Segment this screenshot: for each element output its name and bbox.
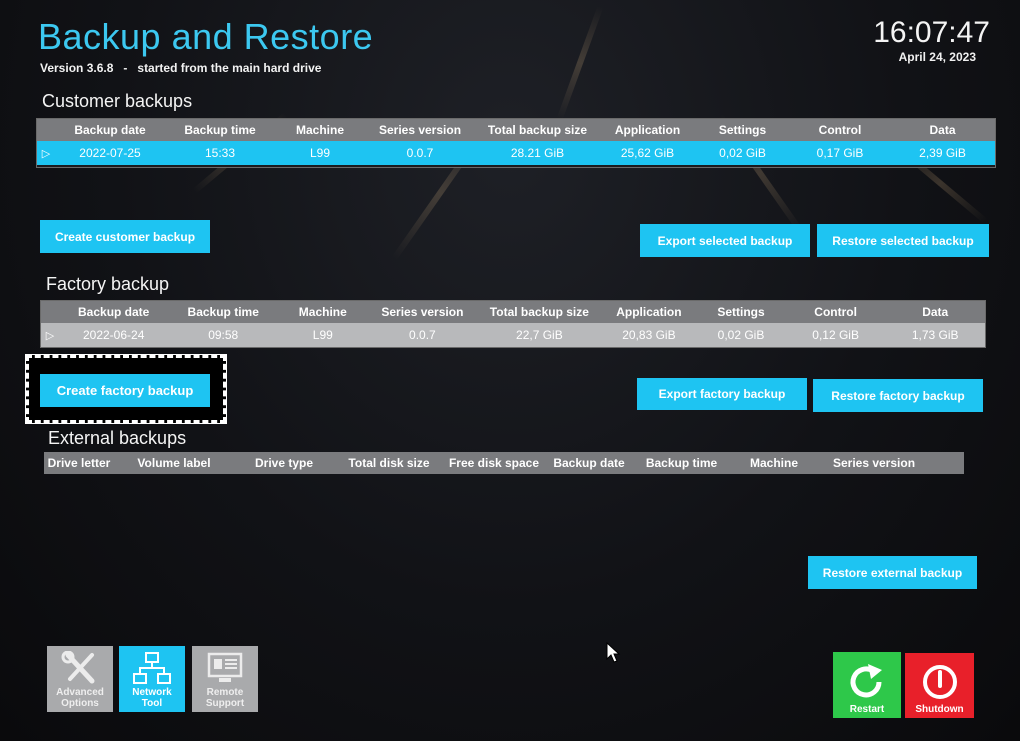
shutdown-button[interactable]: Shutdown <box>905 653 974 718</box>
create-customer-backup-button[interactable]: Create customer backup <box>40 220 210 253</box>
remote-support-button[interactable]: Remote Support <box>192 646 258 712</box>
column-header[interactable]: Data <box>890 123 995 137</box>
table-cell: L99 <box>312 328 333 342</box>
clock-date: April 24, 2023 <box>898 50 976 64</box>
table-cell: 2022-07-25 <box>79 146 141 160</box>
triangle-right-icon: ▷ <box>41 147 51 160</box>
customer-backups-table[interactable]: Backup date Backup time Machine Series vers… <box>36 118 996 168</box>
column-header[interactable]: Backup time <box>165 123 275 137</box>
version-separator: - <box>123 61 128 75</box>
table-cell: 22,7 GiB <box>516 328 563 342</box>
table-cell: 28.21 GiB <box>510 146 565 160</box>
column-header[interactable]: Machine <box>729 456 819 470</box>
external-backups-table[interactable]: Drive letter Volume label Drive type Total … <box>44 452 964 476</box>
column-header[interactable]: Data <box>885 305 985 319</box>
advanced-options-label: Advanced Options <box>56 687 104 709</box>
export-selected-backup-button[interactable]: Export selected backup <box>640 224 810 257</box>
factory-backup-title: Factory backup <box>46 274 170 294</box>
column-header[interactable]: Backup time <box>168 305 278 319</box>
customer-backups-title: Customer backups <box>42 91 193 111</box>
clock-time: 16:07:47 <box>873 16 990 49</box>
column-header[interactable]: Settings <box>695 123 790 137</box>
advanced-options-button[interactable]: Advanced Options <box>47 646 113 712</box>
table-cell: 25,62 GiB <box>620 146 675 160</box>
column-header[interactable]: Machine <box>278 305 368 319</box>
remote-support-label: Remote Support <box>205 687 245 709</box>
export-factory-backup-button[interactable]: Export factory backup <box>637 378 807 410</box>
table-cell: L99 <box>309 146 331 160</box>
column-header[interactable]: Backup date <box>544 456 634 470</box>
restore-selected-backup-button[interactable]: Restore selected backup <box>817 224 989 257</box>
version-text: Version 3.6.8 <box>40 61 114 75</box>
create-factory-backup-button[interactable]: Create factory backup <box>40 374 210 407</box>
network-tool-button[interactable]: Network Tool <box>119 646 185 712</box>
column-header[interactable]: Free disk space <box>444 456 544 470</box>
restart-label: Restart <box>849 704 885 715</box>
table-cell: 2,39 GiB <box>919 146 966 160</box>
column-header[interactable]: Machine <box>275 123 365 137</box>
factory-backup-table[interactable]: Backup date Backup time Machine Series vers… <box>40 300 986 348</box>
column-header[interactable]: Backup time <box>634 456 729 470</box>
restart-arrow-icon <box>850 664 882 698</box>
table-cell: 1,73 GiB <box>911 328 959 342</box>
column-header[interactable]: Backup date <box>55 123 165 137</box>
table-row[interactable]: ▷ 2022-07-25 15:33 L99 0.0.7 28.21 GiB 25,62 … <box>37 141 995 165</box>
column-header[interactable]: Total backup size <box>475 123 600 137</box>
table-header: Backup date Backup time Machine Series vers… <box>37 119 995 141</box>
table-cell: 0,02 GiB <box>717 328 765 342</box>
column-header[interactable]: Backup date <box>59 305 169 319</box>
network-tool-label: Network Tool <box>132 687 172 709</box>
column-header[interactable]: Volume label <box>114 456 234 470</box>
column-header[interactable]: Total backup size <box>477 305 601 319</box>
column-header[interactable]: Control <box>786 305 886 319</box>
restart-button[interactable]: Restart <box>833 652 901 718</box>
table-cell: 15:33 <box>204 146 236 160</box>
restore-external-backup-button[interactable]: Restore external backup <box>808 556 977 589</box>
column-header[interactable]: Drive type <box>234 456 334 470</box>
mouse-cursor-icon <box>606 642 621 663</box>
table-cell: 0.0.7 <box>409 328 436 342</box>
restore-factory-backup-button[interactable]: Restore factory backup <box>813 379 983 412</box>
wrench-screwdriver-icon <box>61 651 95 684</box>
table-cell: 20,83 GiB <box>622 328 676 342</box>
column-header[interactable]: Series version <box>368 305 478 319</box>
network-tree-icon <box>133 652 171 684</box>
remote-monitor-icon <box>207 652 243 682</box>
column-header[interactable]: Total disk size <box>334 456 444 470</box>
started-from-text: started from the main hard drive <box>137 61 322 75</box>
column-header[interactable]: Settings <box>696 305 786 319</box>
table-cell: 0,02 GiB <box>719 146 766 160</box>
table-header: Backup date Backup time Machine Series vers… <box>41 301 985 323</box>
external-backups-title: External backups <box>48 428 187 448</box>
table-cell: 0.0.7 <box>406 146 434 160</box>
app-title: Backup and Restore <box>38 16 374 57</box>
column-header[interactable]: Series version <box>819 456 929 470</box>
table-cell: 2022-06-24 <box>82 328 145 342</box>
column-header[interactable]: Application <box>602 305 697 319</box>
table-header: Drive letter Volume label Drive type Total … <box>44 452 964 474</box>
table-row[interactable]: ▷ 2022-06-24 09:58 L99 0.0.7 22,7 GiB 20,83 G… <box>41 323 985 347</box>
triangle-right-icon: ▷ <box>45 329 55 342</box>
table-cell: 09:58 <box>208 328 239 342</box>
column-header[interactable]: Control <box>790 123 890 137</box>
column-header[interactable]: Series version <box>365 123 475 137</box>
column-header[interactable]: Application <box>600 123 695 137</box>
column-header[interactable]: Drive letter <box>44 456 114 470</box>
table-cell: 0,12 GiB <box>812 328 859 342</box>
table-cell: 0,17 GiB <box>816 146 864 160</box>
power-icon <box>922 665 957 699</box>
version-line: Version 3.6.8- started from the main hard… <box>40 61 321 75</box>
shutdown-label: Shutdown <box>915 704 964 715</box>
